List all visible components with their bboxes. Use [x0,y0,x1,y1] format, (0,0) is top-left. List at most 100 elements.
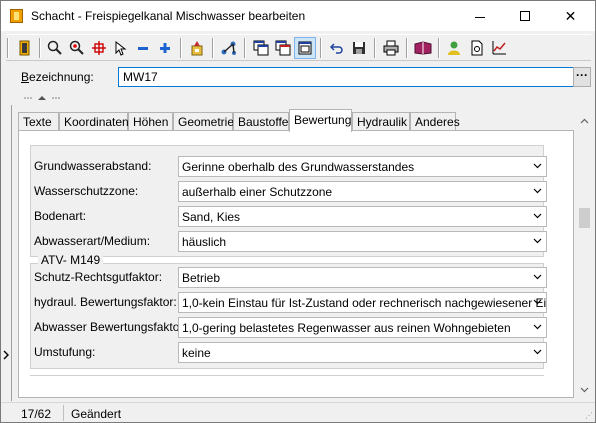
schutz-rechtsgutfaktor-select[interactable]: Betrieb [178,267,547,288]
chevron-down-icon [533,161,542,170]
zoom-target-icon [69,40,84,55]
toolbar-separator [438,38,440,58]
document-button[interactable] [466,37,488,59]
exit-button[interactable] [14,37,36,59]
field-label: Wasserschutzzone: [34,184,139,198]
chevron-right-icon [3,350,9,360]
chevron-down-icon [533,236,542,245]
crosshair-button[interactable] [88,37,110,59]
close-icon: ✕ [564,7,577,24]
hydraul-bewertungsfaktor-select[interactable]: 1,0-kein Einstau für Ist-Zustand oder re… [178,292,547,313]
tab-baustoffe[interactable]: Baustoffe [233,112,289,131]
divider [30,375,544,376]
minus-icon [138,47,148,50]
window-cascade-icon [253,40,269,56]
toolbar-separator [374,38,376,58]
umstufung-select[interactable]: keine [178,342,547,363]
field-label: Abwasser Bewertungsfaktor: [34,320,187,334]
bodenart-select[interactable]: Sand, Kies [178,206,547,227]
field-label: Abwasserart/Medium: [34,234,151,248]
chevron-down-icon [580,387,589,392]
single-window-button[interactable] [294,37,316,59]
pointer-icon [115,40,127,56]
crosshair-icon [92,41,106,55]
cascade-windows-button[interactable] [250,37,272,59]
tab-panel-bewertung: ATV- M149 Grundwasserabstand: Gerinne ob… [18,130,574,398]
close-button[interactable]: ✕ [548,1,593,31]
chevron-down-icon [533,347,542,356]
select-value: keine [182,346,211,360]
resize-grip-icon[interactable]: ⋰ [585,411,593,420]
status-bar: 17/62 Geändert ⋰ [1,402,595,422]
select-value: 1,0-gering belastetes Regenwasser aus re… [182,321,511,335]
bezeichnung-input[interactable]: MW17 [118,67,574,87]
tab-texte[interactable]: Texte [18,112,59,131]
user-icon [448,41,460,55]
record-counter: 17/62 [21,407,52,421]
select-value: 1,0-kein Einstau für Ist-Zustand oder re… [182,296,547,310]
abwasser-bewertungsfaktor-select[interactable]: 1,0-gering belastetes Regenwasser aus re… [178,317,547,338]
zoom-target-button[interactable] [66,37,88,59]
wasserschutzzone-select[interactable]: außerhalb einer Schutzzone [178,181,547,202]
maximize-button[interactable] [502,1,547,31]
wizard-icon [191,41,203,56]
manual-button[interactable] [412,37,434,59]
save-button[interactable] [348,37,370,59]
chart-button[interactable] [488,37,510,59]
print-button[interactable] [380,37,402,59]
app-icon [10,9,23,23]
record-state: Geändert [71,407,122,421]
abwasserart-select[interactable]: häuslich [178,231,547,252]
plus-icon [160,43,170,53]
scroll-down-button[interactable] [576,381,593,398]
splitter-handle[interactable] [23,94,65,104]
chevron-down-icon [533,272,542,281]
scroll-thumb[interactable] [579,208,590,228]
compare-windows-button[interactable] [272,37,294,59]
undo-icon [330,43,343,54]
document-icon [471,40,483,56]
tab-hoehen[interactable]: Höhen [128,112,173,131]
toolbar-separator [320,38,322,58]
select-value: häuslich [182,235,227,249]
add-button[interactable] [154,37,176,59]
minimize-button[interactable] [457,1,502,31]
title-bar[interactable]: Schacht - Freispiegelkanal Mischwasser b… [1,1,595,31]
minimize-icon [474,16,485,18]
book-icon [414,41,432,55]
window-title: Schacht - Freispiegelkanal Mischwasser b… [31,9,306,23]
wizard-button[interactable] [186,37,208,59]
tab-anderes[interactable]: Anderes [410,112,460,131]
toolbar [6,34,591,61]
network-button[interactable] [218,37,240,59]
bezeichnung-browse-button[interactable]: ··· [573,67,591,87]
field-label: hydraul. Bewertungsfaktor: [34,295,177,309]
chevron-down-icon [533,211,542,220]
status-separator [63,405,64,421]
field-label: Umstufung: [34,345,96,359]
splitter-grip-icon [24,96,60,100]
select-value: Gerinne oberhalb des Grundwasserstandes [182,160,415,174]
toolbar-separator [244,38,246,58]
network-icon [221,41,236,55]
tab-hydraulik[interactable]: Hydraulik [352,112,410,131]
zoom-icon [47,40,62,55]
field-label: Bodenart: [34,209,87,223]
user-button[interactable] [444,37,466,59]
left-collapse-panel[interactable] [1,105,12,401]
zoom-button[interactable] [44,37,66,59]
tab-bewertung[interactable]: Bewertung [289,109,352,132]
chart-icon [492,41,506,55]
undo-button[interactable] [326,37,348,59]
tab-geometrie[interactable]: Geometrie [173,112,234,131]
toolbar-grip[interactable] [7,38,9,58]
vertical-scrollbar[interactable] [576,112,593,398]
pointer-button[interactable] [110,37,132,59]
printer-icon [383,40,399,56]
scroll-up-button[interactable] [576,112,593,129]
tab-koordinaten[interactable]: Koordinaten [59,112,129,131]
grundwasserabstand-select[interactable]: Gerinne oberhalb des Grundwasserstandes [178,156,547,177]
remove-button[interactable] [132,37,154,59]
select-value: Betrieb [182,271,221,285]
toolbar-separator [180,38,182,58]
